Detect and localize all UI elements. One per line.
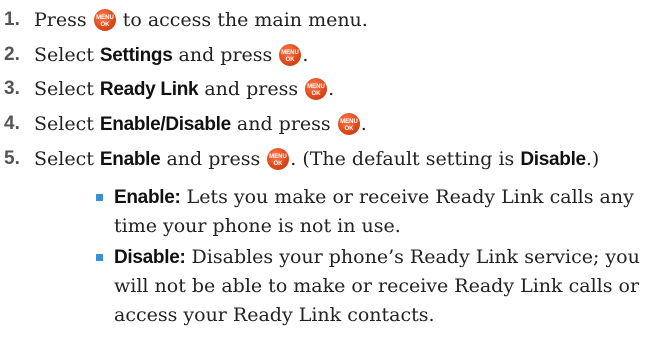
step-text-after: .: [302, 43, 309, 66]
step-text-middle: and press: [160, 147, 267, 170]
menu-option-settings: Settings: [99, 44, 173, 66]
step-4: 4. Select Enable/Disable and press MENU …: [0, 109, 367, 139]
step-text-after: . (The default setting is: [290, 147, 521, 170]
step-number: 1.: [4, 9, 20, 30]
step-number: 5.: [4, 148, 20, 169]
svg-text:MENU: MENU: [269, 154, 287, 160]
step-text-after: .: [360, 112, 367, 135]
step-text: Select Settings and press MENU OK .: [34, 43, 309, 67]
bullet-term: Disable:: [114, 247, 186, 268]
menu-option-enable-disable: Enable/Disable: [99, 113, 231, 135]
step-text-before: Select: [34, 147, 100, 170]
bullet-term: Enable:: [114, 187, 181, 208]
step-text-before: Select: [34, 43, 100, 66]
menu-ok-key-icon: MENU OK: [337, 112, 360, 135]
menu-ok-key-icon: MENU OK: [305, 77, 328, 100]
step-number: 3.: [4, 78, 20, 99]
menu-ok-key-icon: MENU OK: [279, 43, 302, 66]
step-number: 2.: [4, 44, 20, 65]
step-text: Select Enable/Disable and press MENU OK …: [34, 112, 367, 136]
svg-text:MENU: MENU: [281, 50, 299, 56]
default-setting-disable: Disable: [520, 148, 586, 170]
bullet-text: Lets you make or receive Ready Link call…: [114, 186, 634, 237]
step-1: 1. Press MENU OK to access the main menu…: [0, 5, 368, 35]
bullet-enable: Enable: Lets you make or receive Ready L…: [94, 183, 654, 241]
step-number: 4.: [4, 113, 20, 134]
svg-text:MENU: MENU: [307, 84, 325, 90]
option-descriptions: Enable: Lets you make or receive Ready L…: [94, 183, 654, 332]
svg-text:OK: OK: [312, 91, 322, 97]
svg-text:OK: OK: [274, 161, 284, 167]
svg-text:MENU: MENU: [96, 15, 114, 21]
bullet-disable: Disable: Disables your phone’s Ready Lin…: [94, 243, 654, 330]
menu-ok-key-icon: MENU OK: [267, 147, 290, 170]
step-3: 3. Select Ready Link and press MENU OK .: [0, 74, 334, 104]
step-2: 2. Select Settings and press MENU OK .: [0, 40, 308, 70]
bullet-text: Disables your phone’s Ready Link service…: [114, 246, 640, 326]
menu-ok-key-icon: MENU OK: [93, 8, 116, 31]
svg-text:MENU: MENU: [340, 119, 358, 125]
square-bullet-icon: [96, 194, 103, 201]
step-text-middle: and press: [172, 43, 279, 66]
step-text-before: Select: [34, 112, 100, 135]
step-text-after: to access the main menu.: [122, 8, 368, 31]
step-text-after-2: .): [585, 147, 600, 170]
step-text-middle: and press: [198, 77, 305, 100]
step-text: Select Enable and press MENU OK . (The d…: [34, 147, 600, 171]
svg-text:OK: OK: [344, 126, 354, 132]
step-text-before: Select: [34, 77, 100, 100]
step-text: Press MENU OK to access the main menu.: [34, 8, 368, 32]
step-text-middle: and press: [230, 112, 337, 135]
step-5: 5. Select Enable and press MENU OK . (Th…: [0, 144, 599, 174]
svg-text:OK: OK: [286, 57, 296, 63]
square-bullet-icon: [96, 254, 103, 261]
menu-option-ready-link: Ready Link: [99, 78, 199, 100]
step-text-before: Press: [34, 8, 93, 31]
step-text-after: .: [328, 77, 335, 100]
step-text: Select Ready Link and press MENU OK .: [34, 77, 335, 101]
svg-text:OK: OK: [100, 22, 110, 28]
menu-option-enable: Enable: [99, 148, 161, 170]
